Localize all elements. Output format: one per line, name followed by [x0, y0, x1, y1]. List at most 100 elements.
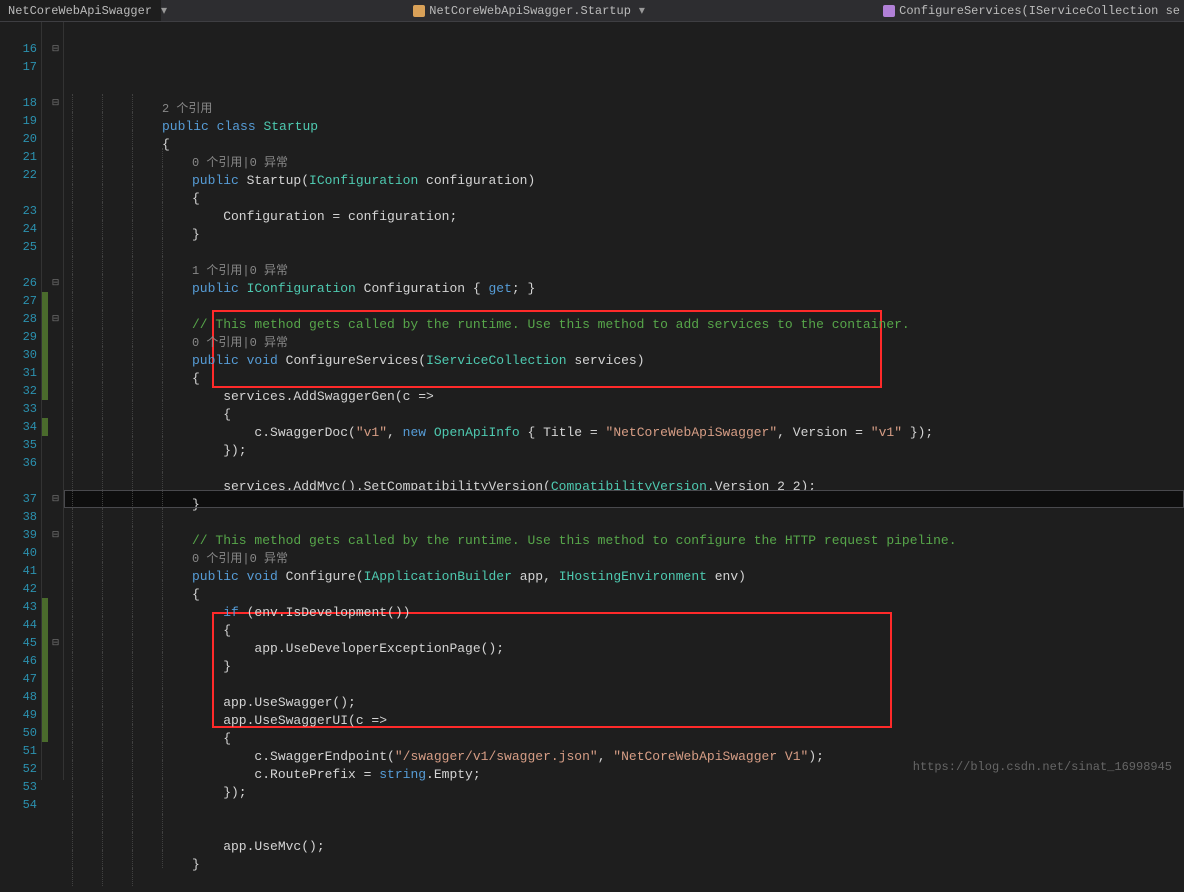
code-line[interactable]: // This method gets called by the runtim… [64, 310, 1184, 328]
line-number: 31 [0, 364, 37, 382]
code-line[interactable]: app.UseSwaggerUI(c => [64, 706, 1184, 724]
code-line[interactable]: }); [64, 436, 1184, 454]
code-line[interactable] [64, 868, 1184, 886]
code-line[interactable] [64, 508, 1184, 526]
line-number: 47 [0, 670, 37, 688]
line-number: 25 [0, 238, 37, 256]
line-number: 54 [0, 796, 37, 814]
code-line[interactable]: 2 个引用 [64, 94, 1184, 112]
code-line[interactable] [64, 796, 1184, 814]
fold-empty [48, 724, 63, 742]
fold-toggle[interactable]: ⊟ [48, 526, 63, 544]
code-line[interactable]: { [64, 724, 1184, 742]
line-number: 41 [0, 562, 37, 580]
code-line[interactable]: { [64, 364, 1184, 382]
code-line[interactable]: c.SwaggerDoc("v1", new OpenApiInfo { Tit… [64, 418, 1184, 436]
code-line[interactable]: } [64, 490, 1184, 508]
code-line[interactable]: Configuration = configuration; [64, 202, 1184, 220]
fold-empty [48, 328, 63, 346]
fold-empty [48, 670, 63, 688]
tab-project-label: NetCoreWebApiSwagger [8, 4, 152, 18]
fold-toggle[interactable]: ⊟ [48, 40, 63, 58]
code-line[interactable]: 1 个引用|0 异常 [64, 256, 1184, 274]
code-line[interactable]: } [64, 850, 1184, 868]
fold-empty [48, 652, 63, 670]
fold-empty [48, 418, 63, 436]
fold-empty [48, 256, 63, 274]
line-number [0, 472, 37, 490]
line-number: 52 [0, 760, 37, 778]
member-selector[interactable]: ConfigureServices(IServiceCollection se [883, 4, 1184, 18]
fold-toggle[interactable]: ⊟ [48, 310, 63, 328]
member-label: ConfigureServices(IServiceCollection se [899, 4, 1180, 18]
code-editor[interactable]: 1617181920212223242526272829303132333435… [0, 22, 1184, 780]
code-line[interactable]: app.UseMvc(); [64, 832, 1184, 850]
code-line[interactable]: public void ConfigureServices(IServiceCo… [64, 346, 1184, 364]
fold-empty [48, 742, 63, 760]
tab-project[interactable]: NetCoreWebApiSwagger [0, 0, 161, 21]
line-number: 29 [0, 328, 37, 346]
code-line[interactable]: { [64, 400, 1184, 418]
code-line[interactable] [64, 670, 1184, 688]
line-number: 34 [0, 418, 37, 436]
code-line[interactable]: } [64, 652, 1184, 670]
code-line[interactable]: { [64, 580, 1184, 598]
code-line[interactable]: app.UseSwagger(); [64, 688, 1184, 706]
fold-empty [48, 148, 63, 166]
line-number: 23 [0, 202, 37, 220]
code-line[interactable]: c.SwaggerEndpoint("/swagger/v1/swagger.j… [64, 742, 1184, 760]
code-line[interactable]: services.AddMvc().SetCompatibilityVersio… [64, 472, 1184, 490]
fold-empty [48, 562, 63, 580]
line-number [0, 184, 37, 202]
code-area[interactable]: 2 个引用public class Startup{0 个引用|0 异常publ… [64, 22, 1184, 780]
code-line[interactable]: public Startup(IConfiguration configurat… [64, 166, 1184, 184]
code-line[interactable]: if (env.IsDevelopment()) [64, 598, 1184, 616]
fold-toggle[interactable]: ⊟ [48, 490, 63, 508]
line-number: 42 [0, 580, 37, 598]
code-line[interactable]: { [64, 130, 1184, 148]
line-number: 17 [0, 58, 37, 76]
line-number: 16 [0, 40, 37, 58]
code-line[interactable] [64, 238, 1184, 256]
code-line[interactable]: } [64, 220, 1184, 238]
code-line[interactable] [64, 814, 1184, 832]
code-line[interactable]: app.UseDeveloperExceptionPage(); [64, 634, 1184, 652]
line-number: 43 [0, 598, 37, 616]
fold-toggle[interactable]: ⊟ [48, 94, 63, 112]
code-line[interactable] [64, 454, 1184, 472]
code-line[interactable]: 0 个引用|0 异常 [64, 544, 1184, 562]
code-line[interactable]: services.AddSwaggerGen(c => [64, 382, 1184, 400]
code-line[interactable]: }); [64, 778, 1184, 796]
code-line[interactable]: 0 个引用|0 异常 [64, 148, 1184, 166]
line-number: 18 [0, 94, 37, 112]
fold-empty [48, 346, 63, 364]
method-icon [883, 5, 895, 17]
tab-dropdown-left[interactable]: ▾ [161, 3, 167, 18]
line-number: 33 [0, 400, 37, 418]
fold-empty [48, 508, 63, 526]
code-line[interactable]: { [64, 616, 1184, 634]
fold-empty [48, 76, 63, 94]
tab-class-label: NetCoreWebApiSwagger.Startup [429, 4, 631, 18]
line-number: 48 [0, 688, 37, 706]
code-line[interactable]: public class Startup [64, 112, 1184, 130]
line-number [0, 22, 37, 40]
fold-toggle[interactable]: ⊟ [48, 634, 63, 652]
tab-class[interactable]: NetCoreWebApiSwagger.Startup [405, 0, 639, 21]
line-number: 53 [0, 778, 37, 796]
code-line[interactable]: { [64, 184, 1184, 202]
line-number: 27 [0, 292, 37, 310]
code-line[interactable]: 0 个引用|0 异常 [64, 328, 1184, 346]
code-line[interactable]: public void Configure(IApplicationBuilde… [64, 562, 1184, 580]
line-number: 44 [0, 616, 37, 634]
line-number: 19 [0, 112, 37, 130]
line-number: 32 [0, 382, 37, 400]
code-line[interactable]: // This method gets called by the runtim… [64, 526, 1184, 544]
code-line[interactable] [64, 292, 1184, 310]
code-line[interactable]: public IConfiguration Configuration { ge… [64, 274, 1184, 292]
tab-dropdown-center[interactable]: ▾ [639, 3, 645, 18]
line-number: 36 [0, 454, 37, 472]
fold-empty [48, 544, 63, 562]
fold-empty [48, 184, 63, 202]
fold-toggle[interactable]: ⊟ [48, 274, 63, 292]
